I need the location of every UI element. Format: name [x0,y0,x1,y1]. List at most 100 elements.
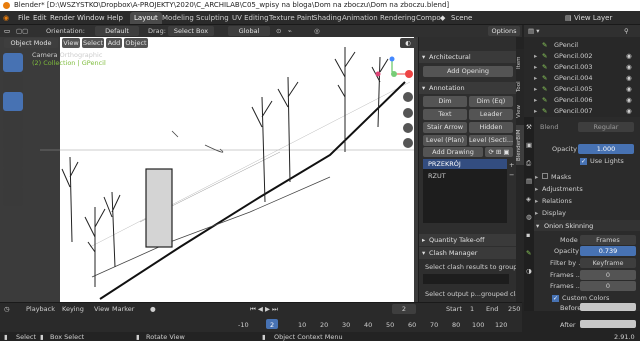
transform-orientation-dropdown[interactable]: Global [228,26,270,36]
level-section-button[interactable]: Level (Secti... [469,135,513,146]
menu-help[interactable]: Help [107,11,123,25]
keying-menu[interactable]: Keying [62,305,84,313]
cursor-tool-icon[interactable] [3,74,23,93]
annotation-panel-header[interactable]: Annotation [419,82,517,94]
tab-sculpting[interactable]: Sculpting [192,12,233,24]
hidden-button[interactable]: Hidden [469,122,513,133]
object-menu[interactable]: Object [124,38,148,48]
add-menu[interactable]: Add [106,38,122,48]
outliner-row-label[interactable]: GPencil.003 [554,63,593,71]
view-menu[interactable]: View [62,38,80,48]
expand-icon[interactable]: ▸ [534,96,537,104]
drawing-rzut[interactable]: RZUT [428,172,446,180]
drag-dropdown[interactable]: Select Box [168,26,214,36]
adjustments-section[interactable]: Adjustments [534,184,640,195]
tool-icon[interactable]: ▭ [4,27,10,35]
onion-opacity-field[interactable]: 0.739 [580,246,636,256]
architectural-panel-header[interactable]: Architectural [419,51,517,63]
tab-blenderbim[interactable]: BlenderBIM [516,125,524,165]
leader-button[interactable]: Leader [469,109,513,120]
custom-colors-checkbox[interactable]: ✓ [552,295,559,302]
add-opening-button[interactable]: Add Opening [423,66,513,77]
select-tool-icon[interactable] [3,53,23,72]
level-plan-button[interactable]: Level (Plan) [423,135,467,146]
visibility-icon[interactable]: ◉ [626,63,632,71]
tool-tab-icon[interactable]: ⚒ [526,123,532,131]
timeline-editor-icon[interactable]: ◷ [4,305,10,313]
gpencil-data-tab-icon[interactable]: ✎ [526,249,531,257]
list-item[interactable]: ▸ ✎ GPencil.002 ◉ [530,51,634,61]
select-mode-icon[interactable]: ▢▢ [16,27,28,35]
dim-button[interactable]: Dim [423,96,467,107]
material-tab-icon[interactable]: ◑ [526,267,532,275]
stair-arrow-button[interactable]: Stair Arrow [423,122,467,133]
quantity-takeoff-panel-header[interactable]: Quantity Take-off [419,234,517,246]
tab-item[interactable]: Item [516,53,524,73]
marker-menu[interactable]: Marker [112,305,134,313]
drawing-przekroj[interactable]: PRZEKRÓJ [428,160,461,168]
list-add-icon[interactable]: + [509,161,514,169]
viewport-canvas[interactable] [0,37,418,302]
select-menu[interactable]: Select [82,38,104,48]
opacity-field[interactable]: 1.000 [578,144,634,154]
blend-dropdown[interactable]: Regular [578,122,634,132]
annotate-tool-icon[interactable] [3,168,23,187]
onion-mode-dropdown[interactable]: Frames [580,235,636,245]
before-color-swatch[interactable] [580,303,636,311]
visibility-icon[interactable]: ◉ [626,74,632,82]
relations-section[interactable]: Relations [534,196,640,207]
expand-icon[interactable]: ▸ [534,63,537,71]
outliner-row-label[interactable]: GPencil.006 [554,96,593,104]
3d-viewport[interactable]: Camera Orthographic (2) Collection | GPe… [0,37,418,302]
frame-ruler[interactable]: -10 2 10 20 30 40 50 60 70 80 100 120 [225,319,522,331]
playback-controls-icon[interactable]: ⏮ ◀ ▶ ⏭ [250,305,278,314]
rotate-tool-icon[interactable] [3,111,23,130]
snap-icon[interactable]: ⌁ [288,27,292,35]
outliner-funnel-icon[interactable]: ⚲ [624,27,629,35]
transform-tool-icon[interactable] [3,149,23,168]
render-tab-icon[interactable]: ▣ [526,141,532,149]
display-section[interactable]: Display [534,208,640,219]
outliner-row-label[interactable]: GPencil.005 [554,85,593,93]
proportional-edit-icon[interactable]: ◎ [314,27,320,35]
outliner-row-label[interactable]: GPencil.007 [554,107,593,115]
frames-after-field[interactable]: 0 [580,281,636,291]
object-mode-dropdown[interactable]: Object Mode [4,38,58,48]
expand-icon[interactable]: ▸ [534,107,537,115]
list-item[interactable]: ▸ ✎ GPencil.005 ◉ [530,84,634,94]
menu-window[interactable]: Window [77,11,105,25]
scene-tab-icon[interactable]: ◈ [526,195,531,203]
frames-before-field[interactable]: 0 [580,270,636,280]
list-item[interactable]: ▸ ✎ GPencil.006 ◉ [530,95,634,105]
list-remove-icon[interactable]: − [509,171,514,179]
list-item[interactable]: ▸ ✎ GPencil.003 ◉ [530,62,634,72]
outliner-row-label[interactable]: GPencil [554,41,578,49]
scene-selector[interactable]: Scene [451,11,472,25]
expand-icon[interactable]: ▸ [534,74,537,82]
view-layer-selector[interactable]: View Layer [574,11,612,25]
visibility-icon[interactable]: ◉ [626,96,632,104]
world-tab-icon[interactable]: ◍ [526,213,532,221]
masks-section[interactable]: Masks [534,172,640,183]
onion-skinning-header[interactable]: ▾ Onion Skinning [534,220,640,231]
outliner-filter-icon[interactable]: ▤ ▾ [528,27,539,35]
masks-checkbox[interactable] [542,173,548,179]
clash-results-field[interactable] [423,274,509,284]
add-drawing-button[interactable]: Add Drawing [423,147,483,157]
record-icon[interactable]: ● [150,305,156,313]
move-tool-icon[interactable] [3,92,23,111]
end-value[interactable]: 250 [508,305,520,313]
list-item[interactable]: ✎ GPencil [530,40,634,50]
clash-manager-panel-header[interactable]: Clash Manager [419,247,517,259]
dim-eq-button[interactable]: Dim (Eq) [469,96,513,107]
orientation-dropdown[interactable]: Default [95,26,139,36]
tab-tool[interactable]: Tool [516,77,524,97]
filter-by-dropdown[interactable]: Keyframe [580,258,636,268]
visibility-icon[interactable]: ◉ [626,85,632,93]
menu-file[interactable]: File [18,11,30,25]
visibility-icon[interactable]: ◉ [626,107,632,115]
options-dropdown[interactable]: Options [488,26,520,36]
list-item[interactable]: ▸ ✎ GPencil.007 ◉ [530,106,634,116]
outliner-row-label[interactable]: GPencil.004 [554,74,593,82]
after-color-swatch[interactable] [580,320,636,328]
